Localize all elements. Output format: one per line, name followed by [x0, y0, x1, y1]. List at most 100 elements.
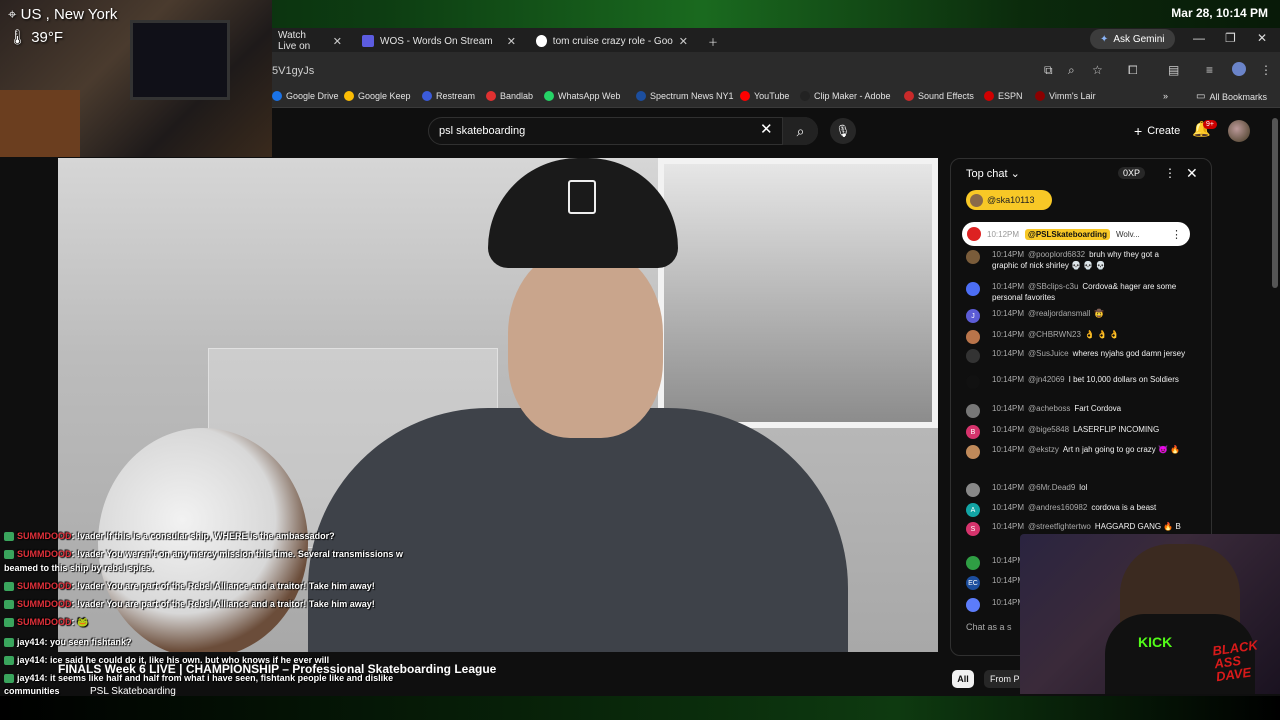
- chat-message[interactable]: 10:14PM @SBclips-c3u Cordova& hager are so…: [966, 281, 1186, 303]
- chat-text: I bet 10,000 dollars on Soldiers: [1068, 375, 1179, 384]
- bookmark-favicon-icon: [344, 91, 354, 101]
- bookmark-item[interactable]: ESPN: [984, 91, 1023, 101]
- chat-message[interactable]: 10:14PM @6Mr.Dead9 lol: [966, 482, 1186, 497]
- top-chat-selector[interactable]: Top chat ⌄: [966, 167, 1020, 180]
- chat-user[interactable]: @jn42069: [1028, 375, 1065, 384]
- close-icon[interactable]: ✕: [679, 35, 688, 48]
- chat-user[interactable]: @streetfightertwo: [1028, 522, 1091, 531]
- chat-text: HAGGARD GANG 🔥 B: [1094, 522, 1181, 531]
- webcam-monitor: [130, 20, 230, 100]
- chat-message[interactable]: B 10:14PM @bige5848 LASERFLIP INCOMING: [966, 424, 1186, 439]
- chat-message[interactable]: 10:14PM @CHBRWN23 👌 👌 👌: [966, 329, 1186, 344]
- chat-menu-icon[interactable]: ⋮: [1164, 166, 1176, 180]
- plus-icon: ＋: [708, 37, 718, 49]
- close-icon[interactable]: ✕: [507, 35, 516, 48]
- tab-google-search[interactable]: tom cruise crazy role - Google ✕: [528, 30, 696, 52]
- chat-user[interactable]: @6Mr.Dead9: [1028, 483, 1075, 492]
- chat-input[interactable]: Chat as a s: [966, 622, 1012, 632]
- chat-user[interactable]: @acheboss: [1028, 404, 1070, 413]
- url-field[interactable]: 5V1gyJs: [272, 65, 314, 77]
- more-bookmarks-icon[interactable]: »: [1163, 91, 1168, 101]
- avatar: [966, 330, 980, 344]
- tab-wos[interactable]: WOS - Words On Stream ✕: [354, 30, 524, 52]
- bookmark-item[interactable]: Google Keep: [344, 91, 411, 101]
- chat-message[interactable]: 10:14PM @jn42069 I bet 10,000 dollars on S…: [966, 374, 1186, 389]
- pinned-message[interactable]: 10:12PM @PSLSkateboarding Wolv... ⋮: [962, 222, 1190, 246]
- zoom-icon[interactable]: ⌕: [1068, 63, 1075, 78]
- bookmark-item[interactable]: Spectrum News NY1: [636, 91, 734, 101]
- chat-badge-icon: [4, 532, 14, 542]
- clear-search-icon[interactable]: ✕: [760, 120, 773, 138]
- reading-list-icon[interactable]: ≡: [1206, 63, 1213, 77]
- chat-text: LASERFLIP INCOMING: [1073, 425, 1160, 434]
- chat-message[interactable]: J 10:14PM @realjordansmall 🤠: [966, 308, 1186, 323]
- bookmark-item[interactable]: Google Drive: [272, 91, 339, 101]
- search-button[interactable]: ⌕: [782, 117, 818, 145]
- page-scrollbar[interactable]: [1272, 118, 1278, 288]
- chat-message[interactable]: A 10:14PM @andres160982 cordova is a beast: [966, 502, 1186, 517]
- chat-user[interactable]: @pooplord6832: [1028, 250, 1085, 259]
- bookmark-favicon-icon: [272, 91, 282, 101]
- chat-message[interactable]: 10:14PM @pooplord6832 bruh why they got a …: [966, 249, 1186, 271]
- stream-chat-line: SUMMDOOD: 🐸: [4, 617, 88, 628]
- bookmark-star-icon[interactable]: ☆: [1092, 63, 1103, 77]
- channel-name[interactable]: PSL Skateboarding: [90, 686, 176, 697]
- chat-message[interactable]: 10:14PM @acheboss Fart Cordova: [966, 403, 1186, 418]
- avatar: [966, 282, 980, 296]
- chat-badge-icon: [4, 638, 14, 648]
- bookmark-item[interactable]: WhatsApp Web: [544, 91, 620, 101]
- chat-message[interactable]: S 10:14PM @streetfightertwo HAGGARD GANG 🔥 …: [966, 521, 1186, 536]
- bookmark-favicon-icon: [422, 91, 432, 101]
- avatar: [966, 598, 980, 612]
- avatar: J: [966, 309, 980, 323]
- notification-count-badge: 9+: [1203, 120, 1217, 129]
- new-tab-button[interactable]: ＋: [700, 30, 726, 52]
- chat-user[interactable]: @bige5848: [1028, 425, 1069, 434]
- bookmark-item[interactable]: Clip Maker - Adobe: [800, 91, 891, 101]
- minimize-icon[interactable]: —: [1193, 31, 1205, 45]
- psl-avatar: [967, 227, 981, 241]
- chat-time: 10:14PM: [992, 483, 1025, 492]
- xp-badge[interactable]: 0XP: [1118, 167, 1146, 179]
- tab-watch-live[interactable]: Watch Live on ✕: [270, 30, 350, 52]
- avatar: EC: [966, 576, 980, 590]
- chat-user[interactable]: @SusJuice: [1028, 349, 1069, 358]
- bookmark-item[interactable]: YouTube: [740, 91, 789, 101]
- chat-user[interactable]: @andres160982: [1028, 503, 1087, 512]
- cast-icon[interactable]: ⧉: [1044, 63, 1053, 78]
- bookmark-item[interactable]: Sound Effects: [904, 91, 974, 101]
- bookmark-item[interactable]: Bandlab: [486, 91, 533, 101]
- chat-close-icon[interactable]: ✕: [1186, 165, 1198, 182]
- chat-user[interactable]: @ekstzy: [1028, 445, 1059, 454]
- clock: Mar 28, 10:14 PM: [1171, 6, 1268, 20]
- bookmark-item[interactable]: Restream: [422, 91, 475, 101]
- bookmark-favicon-icon: [1035, 91, 1045, 101]
- chat-user[interactable]: @SBclips-c3u: [1028, 282, 1078, 291]
- chat-user[interactable]: @CHBRWN23: [1028, 330, 1081, 339]
- menu-icon[interactable]: ⋮: [1260, 63, 1272, 77]
- tab-label: WOS - Words On Stream: [380, 35, 493, 47]
- restore-icon[interactable]: ❐: [1225, 31, 1236, 45]
- tab-search-icon[interactable]: ▤: [1168, 63, 1179, 77]
- account-avatar[interactable]: [1228, 120, 1250, 142]
- chat-message[interactable]: 10:14PM @SusJuice wheres nyjahs god damn j…: [966, 348, 1186, 363]
- close-icon[interactable]: ✕: [333, 35, 342, 48]
- all-bookmarks[interactable]: ▭ All Bookmarks: [1196, 91, 1267, 102]
- chip-all[interactable]: All: [952, 670, 974, 688]
- chat-message[interactable]: 10:14PM @ekstzy Art n jah going to go craz…: [966, 444, 1186, 459]
- bookmark-item[interactable]: Vimm's Lair: [1035, 91, 1096, 101]
- stream-chat-line: SUMMDOOD: !vader You weren't on any merc…: [4, 549, 403, 560]
- extensions-icon[interactable]: ⧠: [1128, 63, 1138, 78]
- video-scene-hoodie: [308, 408, 848, 652]
- window-close-icon[interactable]: ✕: [1257, 31, 1267, 45]
- more-vert-icon[interactable]: ⋮: [1171, 228, 1182, 241]
- video-player[interactable]: [58, 158, 938, 652]
- voice-search-button[interactable]: 🎙: [830, 118, 856, 144]
- chat-user[interactable]: @realjordansmall: [1028, 309, 1090, 318]
- create-button[interactable]: + Create: [1124, 119, 1190, 143]
- pinned-text: Wolv...: [1115, 229, 1140, 239]
- profile-avatar[interactable]: [1232, 62, 1246, 76]
- ask-gemini-button[interactable]: ✦ Ask Gemini: [1090, 29, 1175, 49]
- chat-user-pill[interactable]: @ska10113: [966, 190, 1052, 210]
- stream-chat-line: jay414: you seen fishtank?: [4, 637, 132, 648]
